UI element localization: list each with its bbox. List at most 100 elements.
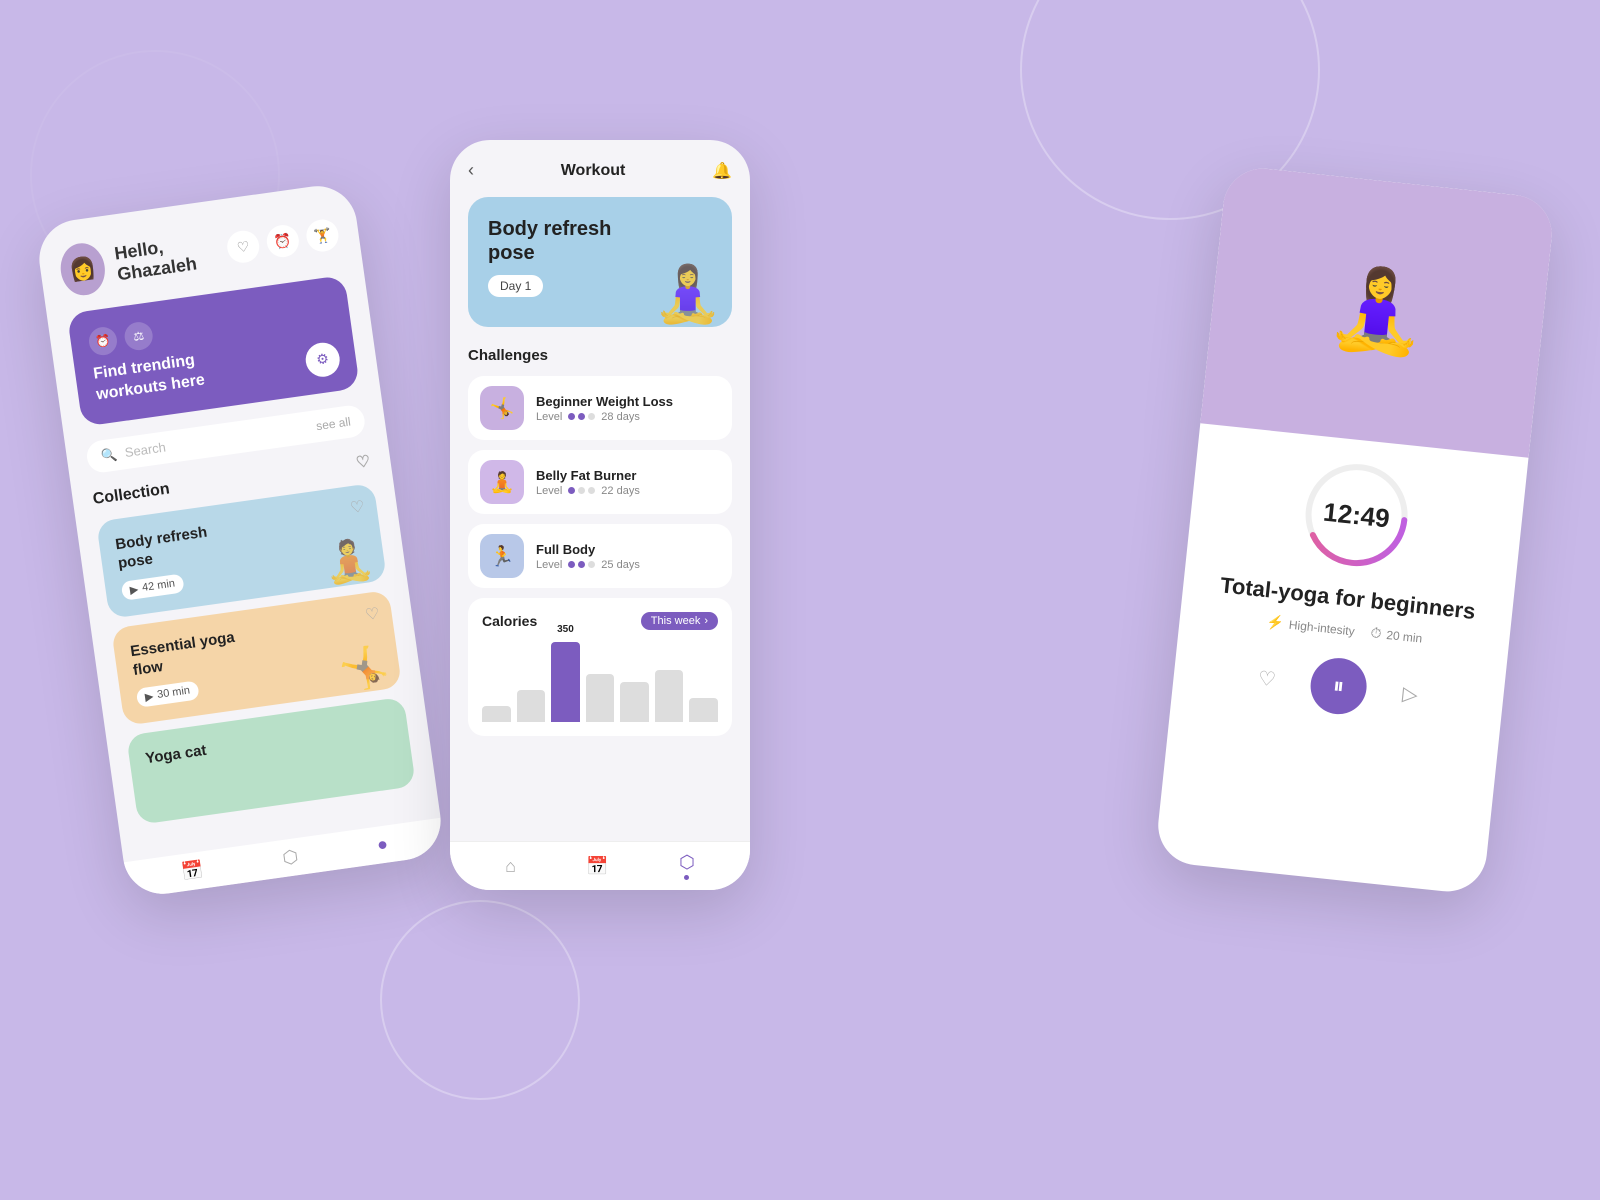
- challenge-item-2[interactable]: 🧘 Belly Fat Burner Level 22 days: [468, 450, 732, 514]
- workout-image-area: 🧘‍♀️: [1200, 165, 1555, 458]
- intensity-label: High-intesity: [1288, 618, 1355, 639]
- clock-icon-btn[interactable]: ⏰: [265, 223, 301, 259]
- see-all-link[interactable]: see all: [315, 414, 351, 433]
- middle-bottom-nav: ⌂ 📅 ⬡: [450, 841, 750, 890]
- chevron-right-icon: ›: [704, 615, 708, 627]
- nav-calendar[interactable]: 📅: [586, 856, 608, 877]
- nav-shape-icon[interactable]: ⬡: [1517, 605, 1555, 645]
- card-duration-2: 30 min: [156, 685, 190, 701]
- page-title: Workout: [561, 162, 626, 180]
- bar-peak-value: 350: [557, 624, 574, 635]
- nav-pentagon[interactable]: ⬡: [679, 852, 695, 880]
- meta-duration: ⏱ 20 min: [1370, 625, 1423, 647]
- heart-icon-btn[interactable]: ♡: [225, 229, 261, 265]
- playback-controls: ♡ ⏸ ▷: [1195, 644, 1481, 729]
- greeting-text: Hello, Ghazaleh: [113, 228, 230, 285]
- level-label-3: Level: [536, 559, 562, 571]
- hero-figure: 🧘‍♀️: [654, 262, 722, 327]
- challenge-item-1[interactable]: 🤸 Beginner Weight Loss Level 28 days: [468, 376, 732, 440]
- middle-phone: ‹ Workout 🔔 Body refresh pose Day 1 🧘‍♀️…: [450, 140, 750, 890]
- timer-circle: 12:49: [1296, 455, 1417, 576]
- nav-active-dot: [684, 875, 689, 880]
- nav-clock-icon[interactable]: ⏰: [1529, 497, 1556, 537]
- challenge-thumb-3: 🏃: [480, 534, 524, 578]
- search-icon: 🔍: [100, 446, 118, 464]
- clock-icon: ⏰: [87, 325, 119, 357]
- card-meta-1: ▶ 42 min: [121, 573, 185, 600]
- challenge-thumb-2: 🧘: [480, 460, 524, 504]
- duration-label: 20 min: [1386, 628, 1423, 646]
- weight-icon: ⚖: [123, 320, 155, 352]
- play-icon-1: ▶: [129, 582, 139, 596]
- level-dots-1: [568, 413, 595, 420]
- search-placeholder: Search: [124, 440, 167, 461]
- nav-clipboard-icon[interactable]: 📋: [1534, 444, 1555, 484]
- dumbbell-icon-btn[interactable]: 🏋: [304, 217, 340, 253]
- challenges-section-title: Challenges: [468, 347, 732, 364]
- bar-6: [655, 670, 684, 722]
- bar-2: [517, 690, 546, 722]
- skip-control-button[interactable]: ▷: [1388, 672, 1432, 716]
- collection-heart-icon[interactable]: ♡: [355, 451, 372, 473]
- nav-home-icon[interactable]: ⬡: [281, 846, 299, 869]
- card-meta-2: ▶ 30 min: [136, 680, 200, 707]
- bar-7: [689, 698, 718, 722]
- level-dots-2: [568, 487, 595, 494]
- bar-chart: 350: [482, 642, 718, 722]
- card-heart-2[interactable]: ♡: [364, 603, 381, 625]
- intensity-icon: ⚡: [1266, 614, 1285, 633]
- collection-title: Collection: [92, 480, 171, 509]
- heart-control-button[interactable]: ♡: [1245, 657, 1289, 701]
- challenge-name-3: Full Body: [536, 542, 640, 557]
- day-badge: Day 1: [488, 275, 543, 297]
- pentagon-icon: ⬡: [679, 852, 695, 873]
- filter-button[interactable]: ⚙: [303, 340, 341, 378]
- nav-calendar-icon[interactable]: 📅: [180, 859, 205, 883]
- avatar: 👩: [57, 240, 107, 298]
- workout-figure: 🧘‍♀️: [1200, 165, 1555, 458]
- challenge-thumb-1: 🤸: [480, 386, 524, 430]
- card-heart-1[interactable]: ♡: [349, 496, 366, 518]
- nav-calendar-icon[interactable]: 📅: [1523, 551, 1556, 591]
- card-title-3: Yoga cat: [144, 731, 275, 768]
- banner-card: ⏰ ⚖ Find trending workouts here ⚙: [67, 275, 360, 426]
- home-icon: ⌂: [505, 856, 516, 877]
- calories-title: Calories: [482, 613, 537, 629]
- nav-dot-icon: ●: [376, 833, 390, 855]
- card-title-2: Essential yoga flow: [129, 624, 263, 681]
- timer-icon: ⏱: [1370, 625, 1383, 643]
- hero-card[interactable]: Body refresh pose Day 1 🧘‍♀️: [468, 197, 732, 327]
- card-title-1: Body refresh pose: [114, 517, 248, 574]
- bell-icon[interactable]: 🔔: [712, 161, 732, 181]
- week-label: This week: [651, 615, 701, 627]
- nav-active-indicator: [1531, 648, 1538, 655]
- right-content: 12:49 Total-yoga for beginners ⚡ High-in…: [1169, 423, 1528, 751]
- nav-home[interactable]: ⌂: [505, 856, 516, 877]
- timer-container: 12:49: [1211, 446, 1503, 585]
- pause-button[interactable]: ⏸: [1308, 656, 1370, 718]
- back-button[interactable]: ‹: [468, 160, 474, 181]
- challenge-name-2: Belly Fat Burner: [536, 468, 640, 483]
- bar-1: [482, 706, 511, 722]
- bar-4: [586, 674, 615, 722]
- challenge-name-1: Beginner Weight Loss: [536, 394, 673, 409]
- level-dots-3: [568, 561, 595, 568]
- level-label-2: Level: [536, 485, 562, 497]
- yoga-figure-2: 🤸: [336, 641, 392, 694]
- level-label-1: Level: [536, 411, 562, 423]
- calendar-icon: 📅: [586, 856, 608, 877]
- week-badge[interactable]: This week ›: [641, 612, 718, 630]
- challenge-item-3[interactable]: 🏃 Full Body Level 25 days: [468, 524, 732, 588]
- bar-3-active: 350: [551, 642, 580, 722]
- play-icon-2: ▶: [144, 689, 154, 703]
- hero-title: Body refresh pose: [488, 217, 628, 265]
- right-phone: 🧘‍♀️ 12:49 Total-yoga fo: [1154, 165, 1555, 896]
- bar-5: [620, 682, 649, 722]
- yoga-figure-1: 🧘: [321, 534, 377, 587]
- challenge-days-3: 25 days: [601, 559, 640, 571]
- card-duration-1: 42 min: [141, 578, 175, 594]
- challenge-days-1: 28 days: [601, 411, 640, 423]
- left-phone: 👩 Hello, Ghazaleh ♡ ⏰ 🏋 ⏰ ⚖ Find trendin…: [34, 181, 446, 899]
- meta-intensity: ⚡ High-intesity: [1266, 614, 1356, 640]
- calories-section: Calories This week › 350: [468, 598, 732, 736]
